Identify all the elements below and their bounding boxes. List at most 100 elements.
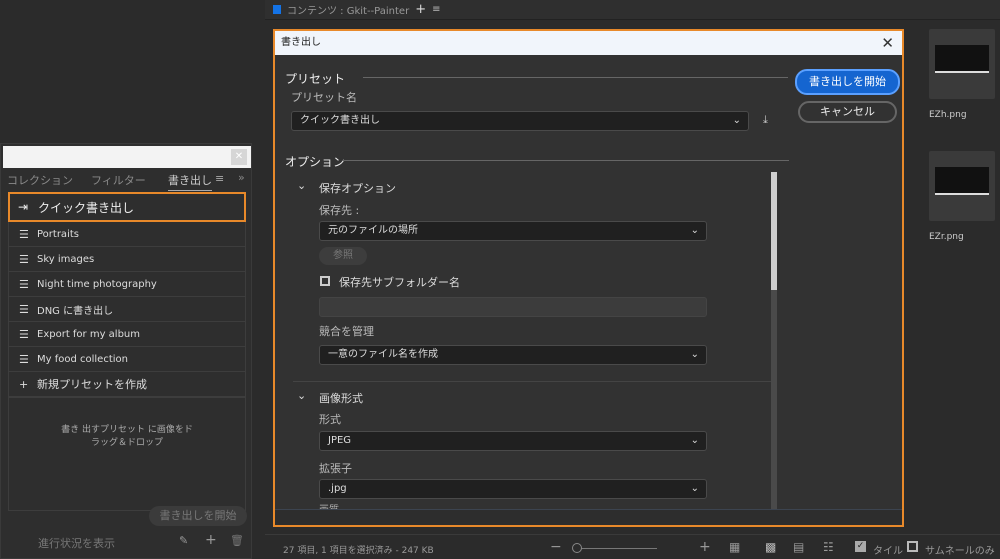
chevron-down-icon[interactable]: ⌄ xyxy=(297,179,306,192)
menu-icon[interactable]: ≡ xyxy=(432,4,440,15)
panel-search-bar[interactable]: ✕ xyxy=(3,146,251,168)
list-icon: ☰ xyxy=(19,302,29,316)
cancel-button[interactable]: キャンセル xyxy=(798,101,897,123)
preset-label: My food collection xyxy=(37,353,128,365)
plus-icon: + xyxy=(19,377,29,391)
drop-zone[interactable]: 書き 出すプリセット に画像をド ラッグ＆ドロップ xyxy=(8,397,246,511)
extension-value: .jpg xyxy=(328,483,347,494)
list-view-icon[interactable]: ☷ xyxy=(823,540,834,554)
new-preset-button[interactable]: + 新規プリセットを作成 xyxy=(8,372,246,397)
subfolder-input[interactable] xyxy=(319,297,707,317)
preset-label: Night time photography xyxy=(37,278,157,290)
zoom-out-icon[interactable]: − xyxy=(550,539,562,555)
close-icon[interactable]: ✕ xyxy=(231,149,247,165)
preset-name-label: プリセット名 xyxy=(291,91,357,104)
content-color-icon xyxy=(273,5,281,14)
preset-item[interactable]: ☰ My food collection xyxy=(8,347,246,372)
format-value: JPEG xyxy=(328,435,352,446)
trash-icon[interactable]: 🗑 xyxy=(230,534,244,547)
list-icon: ☰ xyxy=(19,327,29,341)
show-progress-link[interactable]: 進行状況を表示 xyxy=(38,535,115,551)
add-icon[interactable]: + xyxy=(205,532,217,548)
scrollbar-thumb[interactable] xyxy=(771,172,777,290)
subfolder-checkbox[interactable] xyxy=(320,276,330,286)
preset-item[interactable]: ☰ Portraits xyxy=(8,222,246,247)
save-preset-icon[interactable]: ⤓ xyxy=(763,113,768,127)
zoom-slider-handle[interactable] xyxy=(572,543,582,553)
list-icon: ☰ xyxy=(19,352,29,366)
export-panel: ✕ コレクション フィルター 書き出し ≡ » ⇥ クイック書き出し ☰ Portr… xyxy=(0,143,252,559)
tab-collections[interactable]: コレクション xyxy=(7,172,73,188)
chevron-down-icon[interactable]: ⌄ xyxy=(297,389,306,402)
tab-filter[interactable]: フィルター xyxy=(91,172,146,188)
save-options-header[interactable]: 保存オプション xyxy=(319,180,396,196)
list-icon: ☰ xyxy=(19,252,29,266)
start-export-button[interactable]: 書き出しを開始 xyxy=(795,69,900,95)
thumb-only-checkbox[interactable] xyxy=(907,541,918,552)
preset-section-title: プリセット xyxy=(285,72,346,86)
drop-hint: ラッグ＆ドロップ xyxy=(90,438,163,448)
menu-icon[interactable]: ≡ xyxy=(215,172,224,185)
chevron-down-icon: ⌄ xyxy=(690,483,699,494)
zoom-slider[interactable] xyxy=(577,548,657,549)
conflict-label: 競合を管理 xyxy=(319,325,374,338)
thumbnail[interactable] xyxy=(929,151,995,221)
subfolder-label: 保存先サブフォルダー名 xyxy=(339,276,460,289)
tab-export[interactable]: 書き出し xyxy=(168,172,212,191)
tile-view-icon[interactable]: ▩ xyxy=(765,540,776,554)
status-bar: 27 項目, 1 項目を選択済み - 247 KB − + ▦ ▩ ▤ ☷ ✓ … xyxy=(265,534,1000,559)
preset-select[interactable]: クイック書き出し ⌄ xyxy=(291,111,749,131)
extension-select[interactable]: .jpg ⌄ xyxy=(319,479,707,499)
preset-label: DNG に書き出し xyxy=(37,305,114,317)
chevron-down-icon: ⌄ xyxy=(690,435,699,446)
export-icon: ⇥ xyxy=(18,200,29,214)
extension-label: 拡張子 xyxy=(319,462,352,475)
preset-label: Export for my album xyxy=(37,328,141,340)
format-select[interactable]: JPEG ⌄ xyxy=(319,431,707,451)
thumbnail[interactable] xyxy=(929,29,995,99)
format-label: 形式 xyxy=(319,413,341,426)
list-icon: ☰ xyxy=(19,277,29,291)
chevron-down-icon: ⌄ xyxy=(732,115,741,126)
chevron-down-icon: ⌄ xyxy=(690,225,699,236)
dest-label: 保存先 : xyxy=(319,204,360,217)
list-icon: ☰ xyxy=(19,227,29,241)
close-icon[interactable]: ✕ xyxy=(881,31,894,55)
conflict-select[interactable]: 一意のファイル名を作成 ⌄ xyxy=(319,345,707,365)
dest-value: 元のファイルの場所 xyxy=(328,225,418,236)
preset-item[interactable]: ☰ Night time photography xyxy=(8,272,246,297)
tile-checkbox[interactable]: ✓ xyxy=(855,541,866,552)
quick-export-label: クイック書き出し xyxy=(38,200,135,215)
detail-view-icon[interactable]: ▤ xyxy=(793,540,804,554)
options-section-title: オプション xyxy=(285,155,346,169)
quick-export-item[interactable]: ⇥ クイック書き出し xyxy=(8,192,246,222)
preset-item[interactable]: ☰ Export for my album xyxy=(8,322,246,347)
conflict-value: 一意のファイル名を作成 xyxy=(328,349,438,360)
zoom-in-icon[interactable]: + xyxy=(699,539,711,555)
chevron-down-icon: ⌄ xyxy=(690,349,699,360)
preset-label: Sky images xyxy=(37,253,95,265)
add-icon[interactable]: + xyxy=(415,2,426,17)
tile-label: タイル xyxy=(873,546,903,557)
dialog-title-bar: 書き出し ✕ xyxy=(275,31,902,55)
scrollbar[interactable] xyxy=(771,172,777,509)
start-export-button[interactable]: 書き出しを開始 xyxy=(149,506,247,526)
content-header: コンテンツ : Gkit--Painter + ≡ xyxy=(265,0,1000,20)
thumbnail-name: EZh.png xyxy=(929,110,967,120)
preset-item[interactable]: ☰ Sky images xyxy=(8,247,246,272)
dest-select[interactable]: 元のファイルの場所 ⌄ xyxy=(319,221,707,241)
preset-label: Portraits xyxy=(37,228,79,240)
content-title: コンテンツ : Gkit--Painter xyxy=(287,6,410,17)
expand-icon[interactable]: » xyxy=(238,171,245,184)
new-preset-label: 新規プリセットを作成 xyxy=(37,378,147,391)
image-format-header[interactable]: 画像形式 xyxy=(319,390,363,406)
thumb-only-label: サムネールのみ xyxy=(925,546,995,557)
preset-value: クイック書き出し xyxy=(300,115,380,126)
grid-view-icon[interactable]: ▦ xyxy=(729,540,740,554)
preset-item[interactable]: ☰ DNG に書き出し xyxy=(8,297,246,322)
edit-icon[interactable]: ✎ xyxy=(179,534,188,547)
thumbnail-name: EZr.png xyxy=(929,232,964,242)
status-summary: 27 項目, 1 項目を選択済み - 247 KB xyxy=(283,546,434,556)
dialog-title: 書き出し xyxy=(281,37,321,48)
browse-button[interactable]: 参照 xyxy=(319,247,367,265)
